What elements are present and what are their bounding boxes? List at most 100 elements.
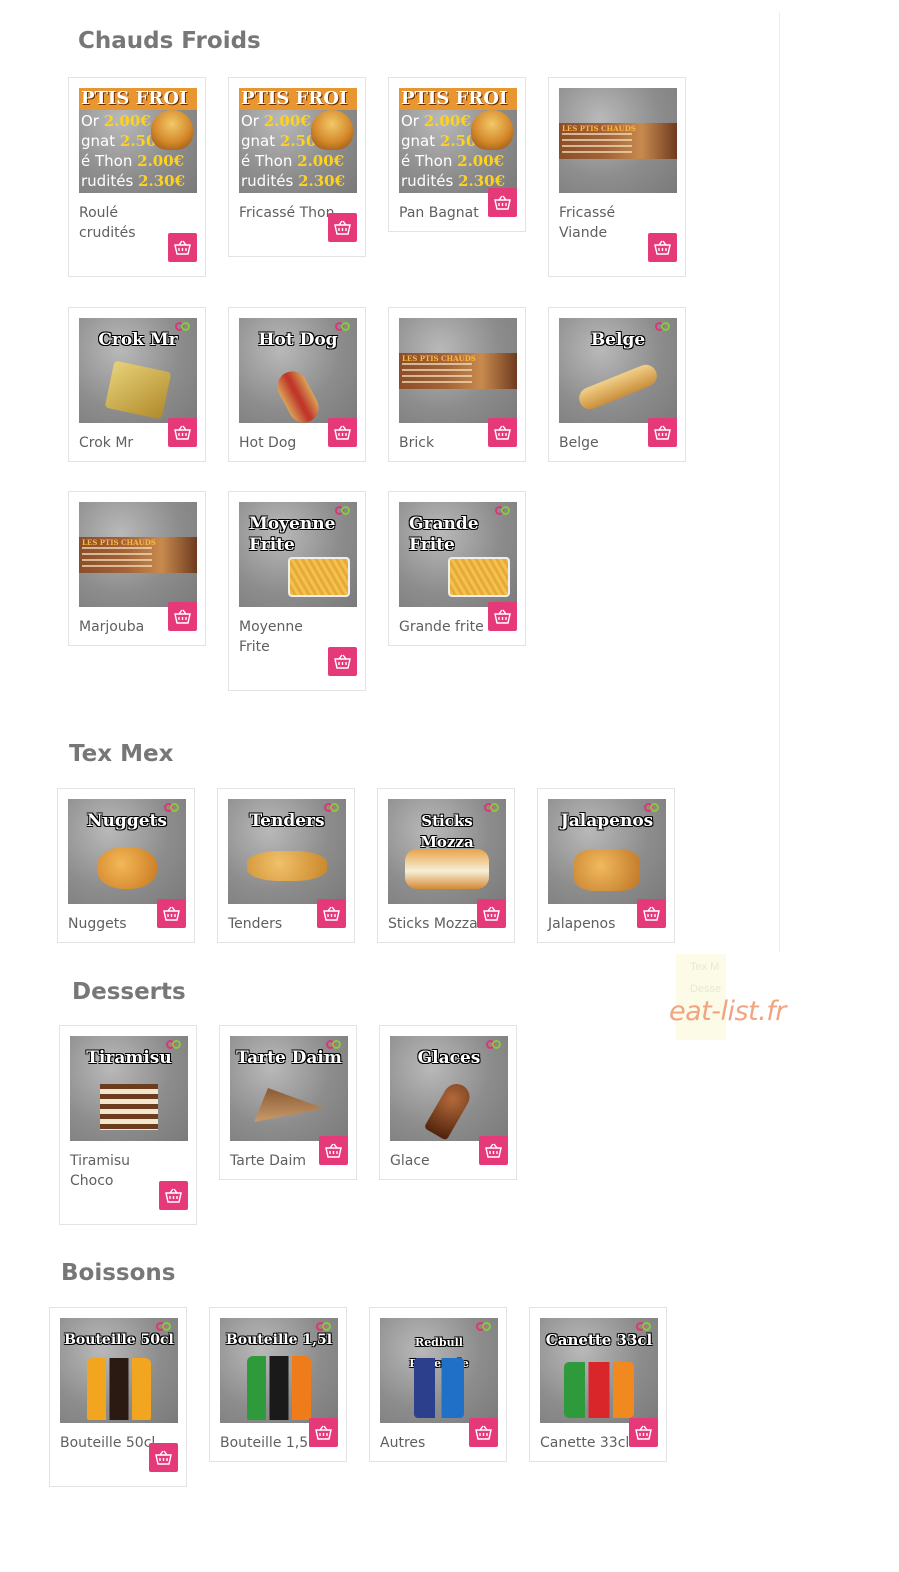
- add-to-cart-button[interactable]: [469, 1418, 498, 1447]
- add-to-cart-button[interactable]: [648, 418, 677, 447]
- product-name: Belge: [559, 435, 599, 451]
- product-card[interactable]: Glaces Glace: [379, 1025, 517, 1180]
- add-to-cart-button[interactable]: [479, 1136, 508, 1165]
- croque-monsieur-image: [104, 360, 172, 420]
- product-name: Tenders: [228, 916, 283, 932]
- basket-icon: [174, 425, 191, 440]
- product-image[interactable]: Crok Mr: [79, 318, 197, 423]
- product-card[interactable]: Bouteille 1,5l Bouteille 1,5l: [209, 1307, 347, 1462]
- product-image[interactable]: Grande Frite: [399, 502, 517, 607]
- product-image[interactable]: Tenders: [228, 799, 346, 904]
- product-name: Tarte Daim: [230, 1153, 307, 1169]
- add-to-cart-button[interactable]: [328, 647, 357, 676]
- add-to-cart-button[interactable]: [309, 1418, 338, 1447]
- add-to-cart-button[interactable]: [319, 1136, 348, 1165]
- basket-icon: [174, 609, 191, 624]
- product-image[interactable]: Tiramisu: [70, 1036, 188, 1141]
- product-card[interactable]: Nuggets Nuggets: [57, 788, 195, 943]
- tiramisu-image: [100, 1084, 158, 1130]
- product-image[interactable]: Glaces: [390, 1036, 508, 1141]
- cans-image: [414, 1358, 464, 1418]
- product-name: Bouteille 1,5l: [220, 1435, 313, 1451]
- product-image[interactable]: Bouteille 1,5l: [220, 1318, 338, 1423]
- product-card[interactable]: Sticks Mozza Sticks Mozza: [377, 788, 515, 943]
- product-image[interactable]: Sticks Mozza: [388, 799, 506, 904]
- poster-title: PTIS FROI: [239, 88, 357, 110]
- add-to-cart-button[interactable]: [637, 899, 666, 928]
- product-card[interactable]: LES PTIS CHAUDS Brick: [388, 307, 526, 462]
- product-name: Nuggets: [68, 916, 127, 932]
- product-card[interactable]: Moyenne Frite Moyenne Frite: [228, 491, 366, 691]
- product-image[interactable]: Bouteille 50cl: [60, 1318, 178, 1423]
- brand-logo-icon: [476, 1322, 492, 1332]
- product-card[interactable]: Redbull Powerade Autres: [369, 1307, 507, 1462]
- product-image[interactable]: Nuggets: [68, 799, 186, 904]
- product-image[interactable]: PTIS FROI Or 2.00€ gnat 2.50€ é Thon 2.0…: [79, 88, 197, 193]
- product-name: Sticks Mozza: [388, 916, 478, 932]
- tenders-image: [247, 851, 327, 881]
- product-image[interactable]: Hot Dog: [239, 318, 357, 423]
- product-image[interactable]: Belge: [559, 318, 677, 423]
- jalapenos-image: [574, 849, 640, 891]
- product-card[interactable]: LES PTIS CHAUDS Fricassé Viande: [548, 77, 686, 277]
- product-card[interactable]: Canette 33cl Canette 33cl: [529, 1307, 667, 1462]
- add-to-cart-button[interactable]: [157, 899, 186, 928]
- product-image[interactable]: Tarte Daim: [230, 1036, 348, 1141]
- product-card[interactable]: Tenders Tenders: [217, 788, 355, 943]
- add-to-cart-button[interactable]: [328, 213, 357, 242]
- product-card[interactable]: Tiramisu Tiramisu Choco: [59, 1025, 197, 1225]
- product-image[interactable]: Jalapenos: [548, 799, 666, 904]
- product-name: Tiramisu Choco: [70, 1153, 131, 1189]
- product-card[interactable]: Tarte Daim Tarte Daim: [219, 1025, 357, 1180]
- product-image[interactable]: Canette 33cl: [540, 1318, 658, 1423]
- add-to-cart-button[interactable]: [488, 602, 517, 631]
- tart-image: [254, 1088, 324, 1122]
- add-to-cart-button[interactable]: [488, 418, 517, 447]
- add-to-cart-button[interactable]: [168, 418, 197, 447]
- product-image[interactable]: LES PTIS CHAUDS: [559, 88, 677, 193]
- product-card[interactable]: LES PTIS CHAUDS Marjouba: [68, 491, 206, 646]
- add-to-cart-button[interactable]: [648, 233, 677, 262]
- product-card[interactable]: Grande Frite Grande frite: [388, 491, 526, 646]
- basket-icon: [325, 1143, 342, 1158]
- product-card[interactable]: Hot Dog Hot Dog: [228, 307, 366, 462]
- product-name: Roulé crudités: [79, 205, 136, 241]
- menu-banner: LES PTIS CHAUDS: [399, 353, 517, 389]
- mozzarella-sticks-image: [405, 849, 489, 889]
- product-image[interactable]: Redbull Powerade: [380, 1318, 498, 1423]
- add-to-cart-button[interactable]: [629, 1418, 658, 1447]
- product-image[interactable]: Moyenne Frite: [239, 502, 357, 607]
- product-image[interactable]: PTIS FROI Or 2.00€ gnat 2.50€ é Thon 2.0…: [399, 88, 517, 193]
- add-to-cart-button[interactable]: [149, 1443, 178, 1472]
- product-card[interactable]: PTIS FROI Or 2.00€ gnat 2.50€ é Thon 2.0…: [388, 77, 526, 232]
- product-card[interactable]: Belge Belge: [548, 307, 686, 462]
- menu-banner: LES PTIS CHAUDS: [79, 537, 197, 573]
- add-to-cart-button[interactable]: [159, 1181, 188, 1210]
- product-card[interactable]: PTIS FROI Or 2.00€ gnat 2.50€ é Thon 2.0…: [228, 77, 366, 257]
- add-to-cart-button[interactable]: [328, 418, 357, 447]
- product-image[interactable]: PTIS FROI Or 2.00€ gnat 2.50€ é Thon 2.0…: [239, 88, 357, 193]
- product-name: Hot Dog: [239, 435, 297, 451]
- product-card[interactable]: Crok Mr Crok Mr: [68, 307, 206, 462]
- burger-image: [471, 110, 513, 150]
- product-name: Jalapenos: [548, 916, 616, 932]
- basket-icon: [643, 906, 660, 921]
- product-name: Glace: [390, 1153, 430, 1169]
- add-to-cart-button[interactable]: [168, 233, 197, 262]
- product-name: Crok Mr: [79, 435, 134, 451]
- product-name: Fricassé Viande: [559, 205, 616, 241]
- fries-image: [448, 557, 510, 597]
- basket-icon: [483, 906, 500, 921]
- column-divider: [779, 12, 780, 952]
- add-to-cart-button[interactable]: [317, 899, 346, 928]
- nuggets-image: [97, 847, 157, 889]
- add-to-cart-button[interactable]: [168, 602, 197, 631]
- add-to-cart-button[interactable]: [488, 188, 517, 217]
- product-image[interactable]: LES PTIS CHAUDS: [79, 502, 197, 607]
- product-image[interactable]: LES PTIS CHAUDS: [399, 318, 517, 423]
- product-card[interactable]: PTIS FROI Or 2.00€ gnat 2.50€ é Thon 2.0…: [68, 77, 206, 277]
- add-to-cart-button[interactable]: [477, 899, 506, 928]
- product-card[interactable]: Jalapenos Jalapenos: [537, 788, 675, 943]
- section-title-chauds-froids: Chauds Froids: [78, 28, 261, 54]
- product-card[interactable]: Bouteille 50cl Bouteille 50cl: [49, 1307, 187, 1487]
